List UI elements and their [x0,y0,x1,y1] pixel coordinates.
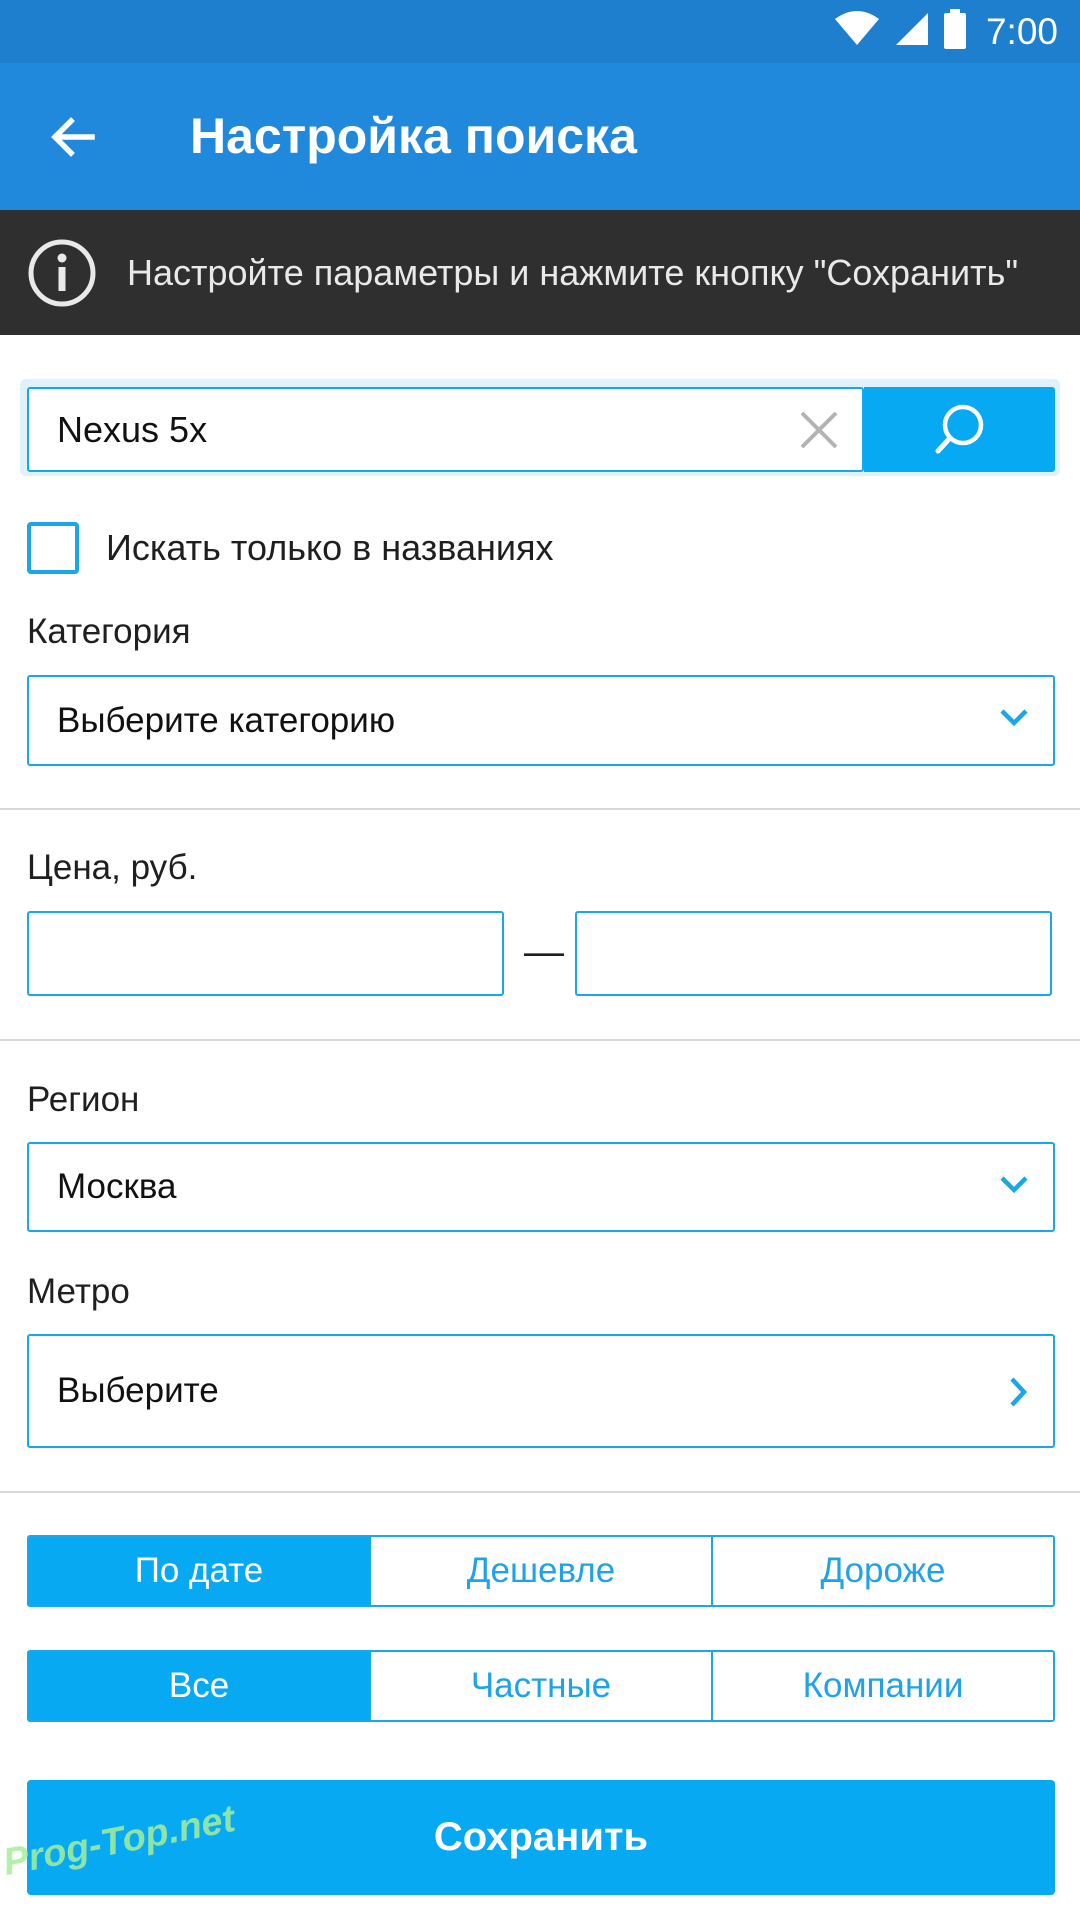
divider [0,1491,1080,1493]
arrow-left-icon[interactable] [44,108,102,166]
page-title: Настройка поиска [190,108,637,164]
status-bar: 7:00 [0,0,1080,63]
wifi-icon [834,11,880,52]
price-to-input[interactable] [575,911,1052,996]
sort-option-by-date[interactable]: По дате [29,1537,369,1605]
search-input-value: Nexus 5x [57,409,208,450]
price-separator: — [524,930,564,974]
close-icon[interactable] [798,409,840,451]
sort-option-expensive[interactable]: Дороже [711,1537,1053,1605]
metro-label: Метро [27,1272,130,1311]
category-select[interactable]: Выберите категорию [27,675,1055,766]
status-time: 7:00 [985,10,1058,52]
seller-option-private[interactable]: Частные [369,1652,711,1720]
title-only-checkbox[interactable] [27,522,79,574]
app-bar: Настройка поиска [0,63,1080,210]
info-banner: Настройте параметры и нажмите кнопку "Со… [0,210,1080,335]
sort-option-cheaper[interactable]: Дешевле [369,1537,711,1605]
signal-icon [894,11,930,52]
chevron-down-icon [999,1174,1029,1201]
category-select-value: Выберите категорию [57,701,396,740]
seller-option-companies[interactable]: Компании [711,1652,1053,1720]
chevron-down-icon [999,707,1029,734]
info-banner-text: Настройте параметры и нажмите кнопку "Со… [127,252,1019,293]
seller-type-segmented-control: Все Частные Компании [27,1650,1055,1722]
category-label: Категория [27,612,191,651]
search-button[interactable] [864,387,1055,472]
title-only-label: Искать только в названиях [106,527,554,568]
region-label: Регион [27,1080,140,1119]
price-label: Цена, руб. [27,848,198,887]
region-select-value: Москва [57,1167,177,1206]
price-from-input[interactable] [27,911,504,996]
metro-select[interactable]: Выберите [27,1334,1055,1448]
search-input[interactable]: Nexus 5x [27,387,864,472]
divider [0,1039,1080,1041]
region-select[interactable]: Москва [27,1142,1055,1232]
chevron-right-icon [1007,1376,1029,1413]
battery-icon [943,9,966,54]
search-icon [935,404,984,454]
divider [0,808,1080,810]
metro-select-value: Выберите [57,1371,219,1410]
sort-segmented-control: По дате Дешевле Дороже [27,1535,1055,1607]
info-icon [27,238,97,308]
seller-option-all[interactable]: Все [29,1652,369,1720]
